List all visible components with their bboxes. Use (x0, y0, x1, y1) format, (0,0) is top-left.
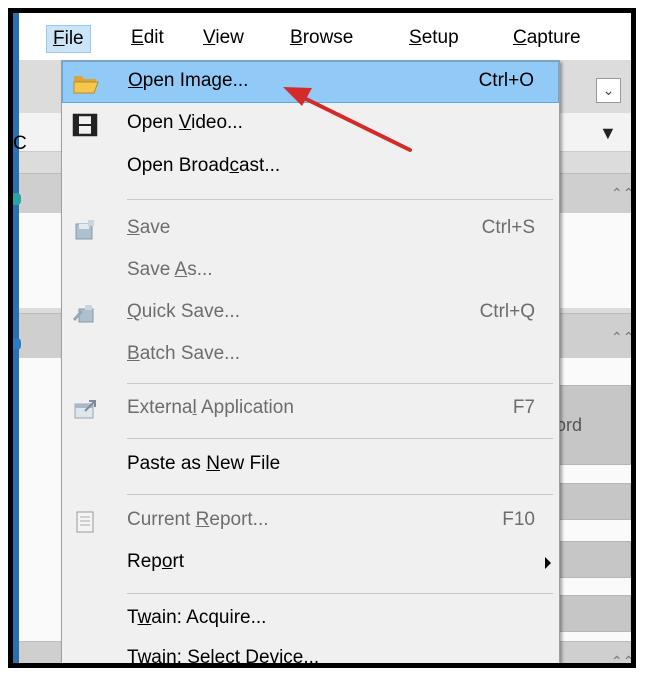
save-icon (72, 218, 98, 242)
menu-separator (127, 593, 553, 594)
menu-item-external-application[interactable]: External Application F7 (62, 389, 559, 431)
menu-separator (127, 494, 553, 495)
menu-item-open-video[interactable]: Open Video... (62, 104, 559, 146)
background-dropdown-button[interactable]: ⌄ (596, 78, 621, 103)
menu-item-save[interactable]: Save Ctrl+S (62, 209, 559, 251)
menubar: File Edit View Browse Setup Capture (19, 13, 631, 60)
shortcut-label: Ctrl+Q (479, 301, 535, 322)
shortcut-label: Ctrl+O (478, 70, 534, 91)
application-window: C ⌄ ▼ ⌃⌃ ⌃⌃ ord ⌃⌃ File Edit View Browse… (8, 8, 636, 668)
caret-down-icon[interactable]: ▼ (599, 123, 617, 144)
menu-item-quick-save[interactable]: Quick Save... Ctrl+Q (62, 293, 559, 335)
menu-separator (127, 383, 553, 384)
menu-item-twain-acquire[interactable]: Twain: Acquire... (62, 599, 559, 641)
folder-open-icon (73, 71, 99, 95)
menu-item-current-report[interactable]: Current Report... F10 (62, 501, 559, 543)
menu-edit[interactable]: Edit (125, 25, 170, 53)
shortcut-label: F10 (502, 509, 535, 530)
submenu-arrow-icon (545, 557, 551, 569)
menu-item-report[interactable]: Report (62, 543, 559, 585)
menu-capture[interactable]: Capture (507, 25, 587, 53)
menu-file[interactable]: File (46, 25, 91, 53)
menu-item-open-image[interactable]: Open Image... Ctrl+O (62, 61, 559, 103)
background-row (554, 541, 631, 578)
external-app-icon (72, 398, 98, 422)
file-menu-dropdown: Open Image... Ctrl+O Open Video... Open … (61, 60, 560, 663)
background-panel-letter: C (13, 133, 27, 154)
film-icon (72, 113, 98, 137)
menu-item-paste-as-new-file[interactable]: Paste as New File (62, 445, 559, 487)
shortcut-label: F7 (512, 397, 535, 418)
menu-item-twain-select-device[interactable]: Twain: Select Device... (62, 639, 559, 663)
menu-item-save-as[interactable]: Save As... (62, 251, 559, 293)
report-icon (72, 510, 98, 534)
menu-separator (127, 438, 553, 439)
menu-browse[interactable]: Browse (284, 25, 359, 53)
shortcut-label: Ctrl+S (481, 217, 535, 238)
background-row (554, 483, 631, 520)
panel-marker-icon (13, 193, 21, 205)
quick-save-icon (72, 302, 98, 326)
menu-setup[interactable]: Setup (403, 25, 465, 53)
menu-view[interactable]: View (197, 25, 250, 53)
collapse-icon[interactable]: ⌃⌃ (611, 653, 631, 663)
menu-item-open-broadcast[interactable]: Open Broadcast... (62, 147, 559, 189)
background-row (554, 595, 631, 632)
collapse-icon[interactable]: ⌃⌃ (611, 185, 631, 202)
panel-marker-icon (13, 338, 21, 350)
menu-item-batch-save[interactable]: Batch Save... (62, 335, 559, 377)
collapse-icon[interactable]: ⌃⌃ (611, 329, 631, 346)
menu-separator (127, 199, 553, 200)
